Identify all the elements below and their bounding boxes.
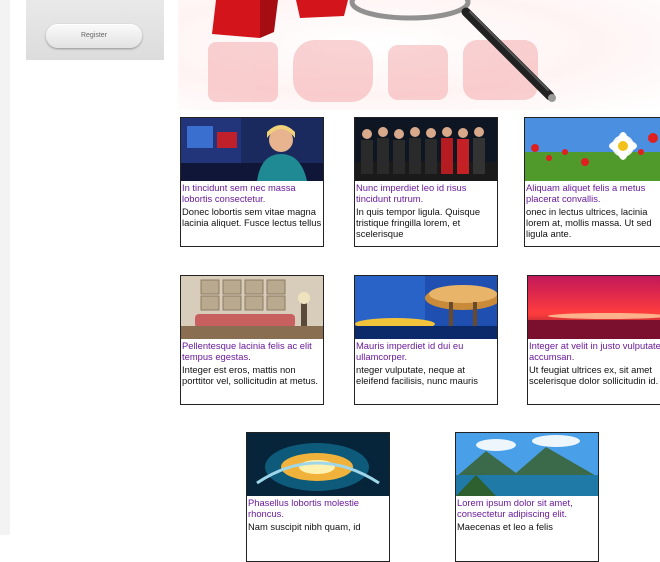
card-title-link[interactable]: Aliquam aliquet felis a metus placerat c…: [526, 182, 660, 204]
article-card[interactable]: Nunc imperdiet leo id risus tincidunt ru…: [354, 117, 498, 247]
card-thumbnail-group-photo[interactable]: [355, 118, 497, 181]
card-description: Maecenas et leo a felis: [457, 521, 553, 532]
card-description: Integer est eros, mattis non porttitor v…: [182, 364, 318, 386]
register-button[interactable]: Register: [46, 24, 142, 48]
card-title-link[interactable]: Phasellus lobortis molestie rhoncus.: [248, 497, 388, 519]
hero-banner-image: [178, 0, 660, 110]
card-thumbnail-sunset-pavilion[interactable]: [355, 276, 497, 339]
card-description: onec in lectus ultrices, lacinia lorem a…: [526, 206, 652, 239]
card-description: In quis tempor ligula. Quisque tristique…: [356, 206, 481, 239]
card-description: Donec lobortis sem vitae magna lacinia a…: [182, 206, 322, 228]
card-description: nteger vulputate, neque at eleifend faci…: [356, 364, 478, 386]
article-card[interactable]: Integer at velit in justo vulputate accu…: [527, 275, 660, 405]
card-title-link[interactable]: Lorem ipsum dolor sit amet, consectetur …: [457, 497, 597, 519]
card-thumbnail-ocean-wave[interactable]: [247, 433, 389, 496]
register-panel: Register: [26, 0, 164, 60]
article-card[interactable]: Aliquam aliquet felis a metus placerat c…: [524, 117, 660, 247]
card-title-link[interactable]: Mauris imperdiet id dui eu ullamcorper.: [356, 340, 496, 362]
card-description: Nam suscipit nibh quam, id: [248, 521, 361, 532]
article-card[interactable]: Phasellus lobortis molestie rhoncus. Nam…: [246, 432, 390, 562]
left-edge-strip: [0, 0, 10, 535]
card-description: Ut feugiat ultrices ex, sit amet sceleri…: [529, 364, 659, 386]
card-thumbnail-mountain-lake[interactable]: [456, 433, 598, 496]
card-title-link[interactable]: In tincidunt sem nec massa lobortis cons…: [182, 182, 322, 204]
card-thumbnail-flowers[interactable]: [525, 118, 660, 181]
article-card[interactable]: Lorem ipsum dolor sit amet, consectetur …: [455, 432, 599, 562]
card-thumbnail-news-anchor[interactable]: [181, 118, 323, 181]
card-thumbnail-red-sunset[interactable]: [528, 276, 660, 339]
article-card[interactable]: In tincidunt sem nec massa lobortis cons…: [180, 117, 324, 247]
article-card[interactable]: Mauris imperdiet id dui eu ullamcorper. …: [354, 275, 498, 405]
article-card[interactable]: Pellentesque lacinia felis ac elit tempu…: [180, 275, 324, 405]
card-thumbnail-living-room[interactable]: [181, 276, 323, 339]
card-title-link[interactable]: Nunc imperdiet leo id risus tincidunt ru…: [356, 182, 496, 204]
card-title-link[interactable]: Integer at velit in justo vulputate accu…: [529, 340, 660, 362]
card-title-link[interactable]: Pellentesque lacinia felis ac elit tempu…: [182, 340, 322, 362]
